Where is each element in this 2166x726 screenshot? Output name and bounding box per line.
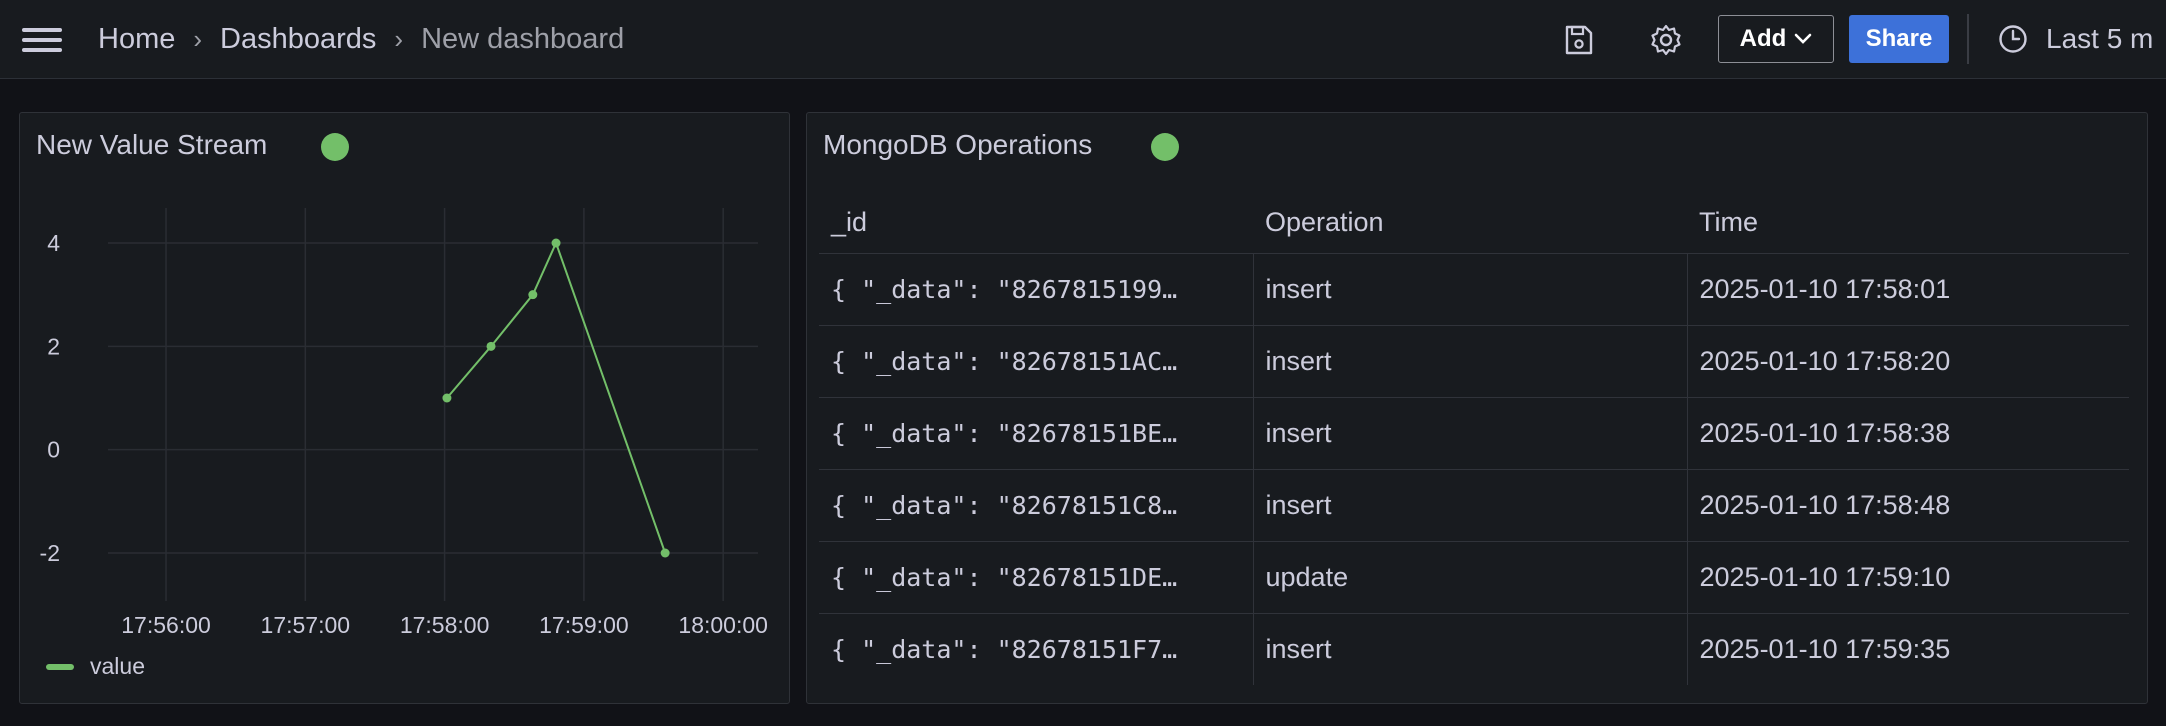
x-tick-label: 17:56:00 bbox=[121, 612, 211, 638]
y-tick-label: 2 bbox=[47, 333, 60, 359]
x-tick-label: 17:57:00 bbox=[261, 612, 351, 638]
x-tick-label: 17:58:00 bbox=[400, 612, 490, 638]
cell-operation: insert bbox=[1252, 325, 1687, 398]
cell-id: { "_data": "8267815199… bbox=[819, 253, 1253, 326]
panel-title[interactable]: MongoDB Operations bbox=[823, 129, 1092, 161]
legend-label: value bbox=[90, 653, 145, 679]
breadcrumb-dashboards[interactable]: Dashboards bbox=[220, 23, 376, 56]
column-header-operation[interactable]: Operation bbox=[1253, 193, 1687, 254]
x-tick-label: 17:59:00 bbox=[539, 612, 629, 638]
cell-id: { "_data": "82678151C8… bbox=[819, 469, 1253, 542]
chevron-down-icon bbox=[1795, 33, 1812, 44]
cell-id: { "_data": "82678151F7… bbox=[831, 634, 1178, 664]
table-row: { "_data": "82678151BE… insert 2025-01-1… bbox=[819, 397, 2129, 470]
data-point bbox=[442, 393, 452, 403]
cell-time: 2025-01-10 17:58:01 bbox=[1686, 253, 2129, 326]
menu-icon[interactable] bbox=[22, 26, 64, 54]
share-button[interactable]: Share bbox=[1849, 15, 1949, 63]
cell-id: { "_data": "82678151DE… bbox=[819, 541, 1253, 614]
breadcrumb: Home › Dashboards › New dashboard bbox=[98, 19, 624, 59]
add-button[interactable]: Add bbox=[1718, 15, 1834, 63]
operations-table: _id Operation Time { "_data": "826781519… bbox=[819, 193, 2129, 685]
status-indicator bbox=[1151, 133, 1179, 161]
chevron-right-icon: › bbox=[193, 23, 203, 54]
time-series-chart: 4 2 0 -2 17:56:00 17:57:00 17:58:00 17:59:00 18:… bbox=[40, 208, 768, 638]
data-point bbox=[528, 290, 538, 300]
y-tick-label: 0 bbox=[47, 437, 60, 463]
table-row: { "_data": "82678151C8… insert 2025-01-1… bbox=[819, 469, 2129, 542]
data-point bbox=[551, 238, 561, 248]
data-point bbox=[486, 341, 496, 351]
panel-new-value-stream: New Value Stream 4 2 0 -2 17:56:00 17:57:00 17… bbox=[19, 112, 790, 704]
cell-time: 2025-01-10 17:58:38 bbox=[1686, 397, 2129, 470]
table-row: { "_data": "82678151DE… update 2025-01-1… bbox=[819, 541, 2129, 614]
cell-operation: insert bbox=[1252, 397, 1687, 470]
y-tick-label: -2 bbox=[40, 540, 60, 566]
clock-icon bbox=[1999, 25, 2027, 53]
cell-id: { "_data": "82678151AC… bbox=[819, 325, 1253, 398]
save-icon[interactable] bbox=[1560, 22, 1596, 58]
panel-mongodb-operations: MongoDB Operations _id Operation Time { … bbox=[806, 112, 2148, 704]
chart-legend[interactable]: value bbox=[46, 653, 145, 680]
breadcrumb-current: New dashboard bbox=[421, 22, 625, 55]
table-row: { "_data": "82678151AC… insert 2025-01-1… bbox=[819, 325, 2129, 398]
column-header-id[interactable]: _id bbox=[819, 193, 1253, 254]
toolbar-divider bbox=[1967, 14, 1969, 64]
legend-swatch bbox=[46, 663, 74, 670]
gear-icon[interactable] bbox=[1648, 22, 1684, 58]
cell-operation: insert bbox=[1252, 253, 1687, 326]
series-line bbox=[446, 240, 667, 554]
cell-time: 2025-01-10 17:58:48 bbox=[1686, 469, 2129, 542]
table-row: { "_data": "8267815199… insert 2025-01-1… bbox=[819, 253, 2129, 326]
time-range-picker[interactable]: Last 5 m bbox=[1998, 18, 2153, 60]
y-tick-label: 4 bbox=[47, 230, 60, 256]
chevron-right-icon: › bbox=[394, 23, 404, 54]
cell-time: 2025-01-10 17:59:35 bbox=[1686, 613, 2129, 685]
table-row: { "_data": "82678151F7… insert 2025-01-1… bbox=[819, 613, 2129, 685]
top-navigation-bar: Home › Dashboards › New dashboard Add Sh… bbox=[0, 0, 2166, 79]
data-point bbox=[660, 548, 670, 558]
cell-operation: insert bbox=[1252, 613, 1687, 685]
cell-operation: insert bbox=[1252, 469, 1687, 542]
x-tick-label: 18:00:00 bbox=[678, 612, 768, 638]
add-button-label: Add bbox=[1739, 25, 1787, 52]
table-header-row: _id Operation Time bbox=[819, 193, 2129, 254]
cell-time: 2025-01-10 17:59:10 bbox=[1686, 541, 2129, 614]
cell-operation: update bbox=[1252, 541, 1687, 614]
cell-id: { "_data": "82678151BE… bbox=[819, 397, 1253, 470]
cell-time: 2025-01-10 17:58:20 bbox=[1686, 325, 2129, 398]
time-range-label: Last 5 m bbox=[2046, 23, 2154, 54]
column-header-time[interactable]: Time bbox=[1687, 193, 2129, 254]
breadcrumb-home[interactable]: Home bbox=[98, 23, 175, 56]
